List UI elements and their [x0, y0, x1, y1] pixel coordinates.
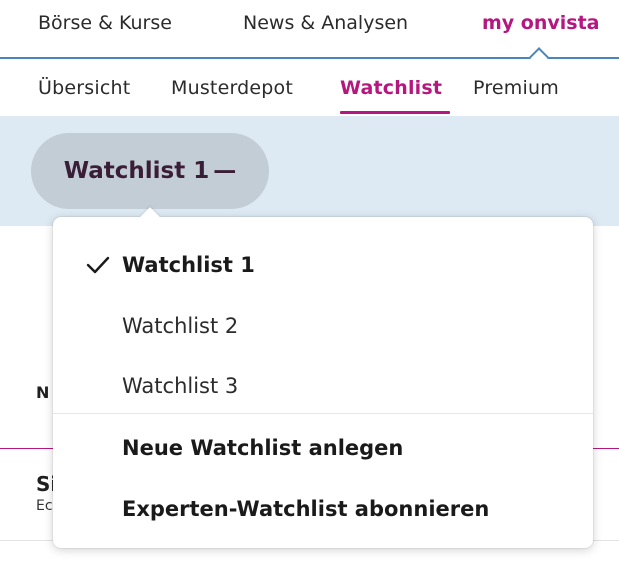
watchlist-selector-button[interactable]: Watchlist 1 —	[31, 133, 269, 209]
menu-item-label: Watchlist 2	[122, 314, 239, 338]
watchlist-selector-label: Watchlist 1	[63, 158, 210, 184]
subscribe-expert-watchlist-button[interactable]: Experten-Watchlist abonnieren	[53, 479, 593, 539]
collapse-dash-icon: —	[213, 158, 237, 184]
menu-item-watchlist-1[interactable]: Watchlist 1	[53, 235, 593, 295]
table-header-fragment: N	[36, 383, 50, 402]
tab-uebersicht[interactable]: Übersicht	[38, 77, 130, 99]
menu-divider	[53, 413, 593, 414]
new-watchlist-button[interactable]: Neue Watchlist anlegen	[53, 418, 593, 478]
top-navigation: Börse & Kurse News & Analysen my onvista	[0, 0, 619, 59]
menu-item-label: Watchlist 1	[122, 253, 255, 277]
menu-item-watchlist-2[interactable]: Watchlist 2	[53, 296, 593, 356]
nav-my-onvista[interactable]: my onvista	[482, 12, 600, 34]
tab-premium[interactable]: Premium	[473, 77, 559, 99]
sub-navigation: Übersicht Musterdepot Watchlist Premium	[0, 59, 619, 116]
menu-item-watchlist-3[interactable]: Watchlist 3	[53, 356, 593, 416]
nav-news-analysen[interactable]: News & Analysen	[243, 12, 408, 34]
tab-musterdepot[interactable]: Musterdepot	[171, 77, 293, 99]
checkmark-icon	[86, 256, 110, 274]
row-subtitle-fragment: Ec	[36, 498, 53, 514]
tab-watchlist[interactable]: Watchlist	[340, 77, 442, 99]
active-tab-underline	[340, 111, 450, 114]
menu-action-label: Neue Watchlist anlegen	[122, 436, 404, 460]
menu-item-label: Watchlist 3	[122, 374, 239, 398]
watchlist-dropdown-menu: Watchlist 1 Watchlist 2 Watchlist 3 Neue…	[53, 217, 593, 548]
nav-boerse-kurse[interactable]: Börse & Kurse	[38, 12, 172, 34]
menu-action-label: Experten-Watchlist abonnieren	[122, 497, 490, 521]
